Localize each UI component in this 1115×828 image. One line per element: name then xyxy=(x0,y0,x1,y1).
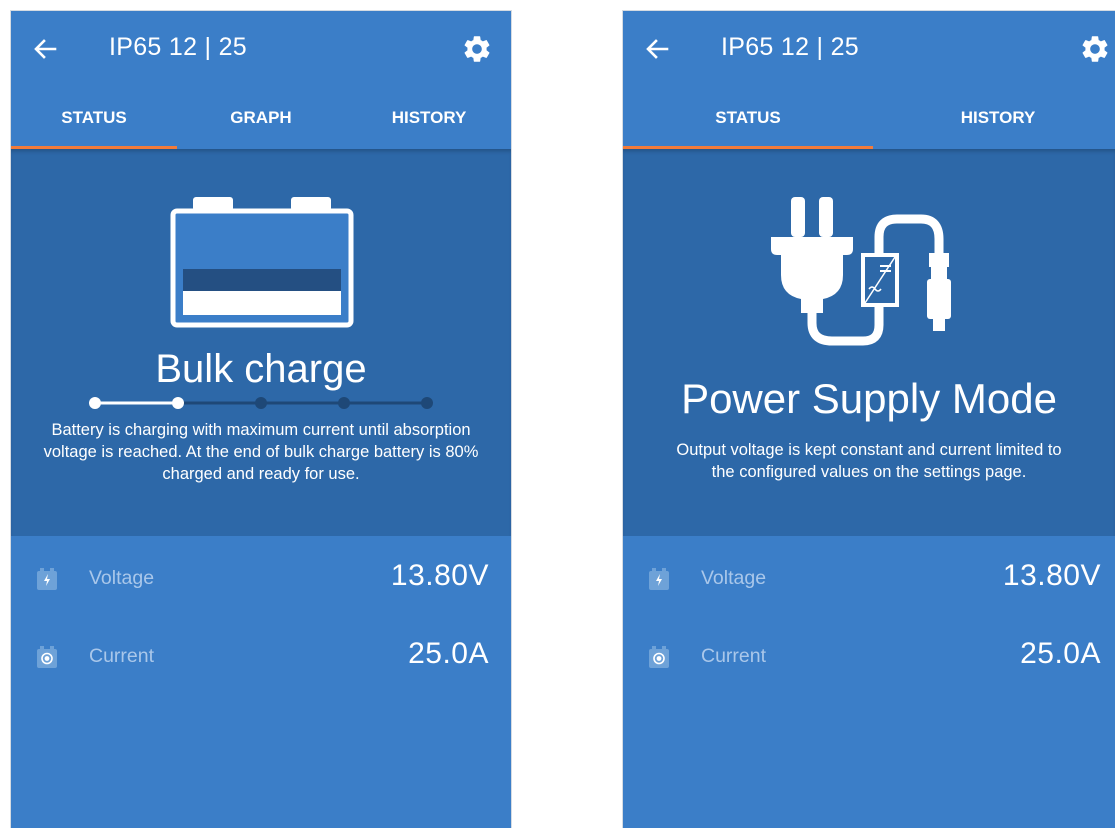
voltage-icon xyxy=(649,568,669,590)
voltage-value: 13.80V xyxy=(1002,559,1101,592)
current-label: Current xyxy=(701,645,767,667)
voltage-label: Voltage xyxy=(701,567,767,589)
progress-step-dot xyxy=(89,397,101,409)
voltage-row: Voltage 13.80V xyxy=(623,548,1115,608)
readings-list: Voltage 13.80V Current 25.0A xyxy=(623,536,1115,828)
current-icon xyxy=(649,646,669,668)
current-label: Current xyxy=(89,645,155,667)
charger-status-screen-bulk: IP65 12 | 25 STATUS GRAPH HISTORY Bulk c… xyxy=(10,10,512,828)
tab-bar: STATUS GRAPH HISTORY xyxy=(11,87,511,149)
tab-graph[interactable]: GRAPH xyxy=(177,87,345,149)
charge-progress-indicator xyxy=(89,397,433,409)
tab-status[interactable]: STATUS xyxy=(11,87,177,149)
progress-step-dot xyxy=(421,397,433,409)
power-supply-plug-icon xyxy=(771,197,951,346)
back-arrow-icon[interactable] xyxy=(643,35,671,63)
battery-icon xyxy=(170,197,354,328)
tab-bar: STATUS HISTORY xyxy=(623,87,1115,149)
device-title: IP65 12 | 25 xyxy=(109,33,247,61)
current-value: 25.0A xyxy=(1020,637,1101,670)
voltage-value: 13.80V xyxy=(390,559,489,592)
app-bar: IP65 12 | 25 xyxy=(623,11,1115,87)
current-row: Current 25.0A xyxy=(11,626,511,686)
app-bar: IP65 12 | 25 xyxy=(11,11,511,87)
status-hero: Power Supply Mode Output voltage is kept… xyxy=(623,149,1115,536)
voltage-icon xyxy=(37,568,57,590)
readings-list: Voltage 13.80V Current 25.0A xyxy=(11,536,511,828)
back-arrow-icon[interactable] xyxy=(31,35,59,63)
status-hero: Bulk charge Battery is charging with max… xyxy=(11,149,511,536)
settings-gear-icon[interactable] xyxy=(461,33,493,65)
charger-status-screen-power-supply: IP65 12 | 25 STATUS HISTORY Power Supply… xyxy=(622,10,1115,828)
mode-description: Output voltage is kept constant and curr… xyxy=(676,441,1062,481)
device-title: IP65 12 | 25 xyxy=(721,33,859,61)
charge-state-description: Battery is charging with maximum current… xyxy=(43,421,479,483)
tab-history[interactable]: HISTORY xyxy=(873,87,1115,149)
progress-step-dot xyxy=(338,397,350,409)
current-row: Current 25.0A xyxy=(623,626,1115,686)
tab-history[interactable]: HISTORY xyxy=(345,87,511,149)
current-value: 25.0A xyxy=(408,637,489,670)
voltage-label: Voltage xyxy=(89,567,155,589)
progress-step-dot xyxy=(172,397,184,409)
mode-title: Power Supply Mode xyxy=(681,375,1057,422)
progress-step-dot xyxy=(255,397,267,409)
tab-status[interactable]: STATUS xyxy=(623,87,873,149)
voltage-row: Voltage 13.80V xyxy=(11,548,511,608)
current-icon xyxy=(37,646,57,668)
settings-gear-icon[interactable] xyxy=(1079,33,1111,65)
charge-state-title: Bulk charge xyxy=(155,347,367,391)
